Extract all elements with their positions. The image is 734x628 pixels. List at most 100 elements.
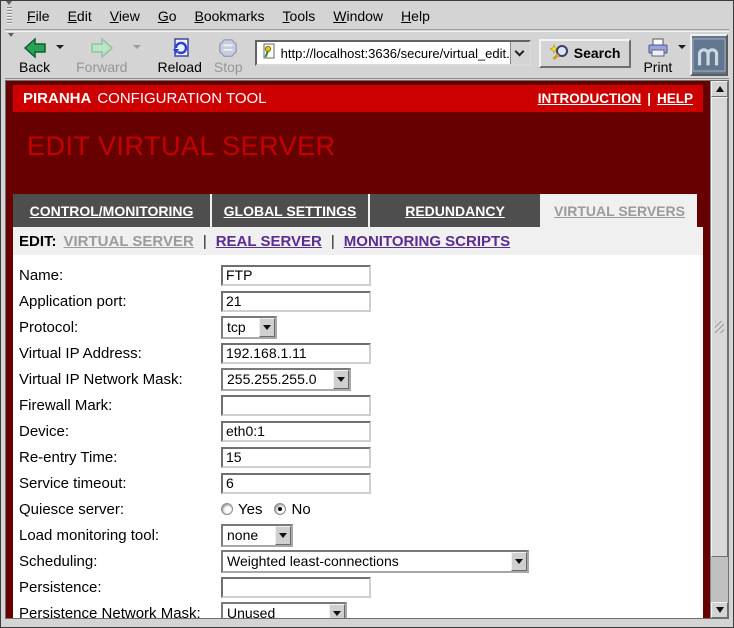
virtual-ip-network-mask-dropdown-button[interactable]	[333, 370, 349, 389]
load-monitoring-tool-selected-value: none	[223, 527, 275, 543]
virtual-ip-network-mask-select[interactable]: 255.255.255.0	[221, 368, 351, 391]
brand-subtitle: CONFIGURATION TOOL	[97, 90, 266, 107]
help-link[interactable]: HELP	[657, 91, 693, 106]
quiesce-server-yes-radio[interactable]	[221, 503, 233, 515]
scroll-up-button[interactable]	[711, 81, 728, 97]
forward-label: Forward	[76, 59, 127, 75]
menu-bar: FileEditViewGoBookmarksToolsWindowHelp	[5, 3, 729, 30]
firewall-mark-input[interactable]	[221, 395, 371, 416]
chevron-down-icon	[337, 377, 345, 382]
subnav-link-real-server[interactable]: REAL SERVER	[216, 233, 322, 250]
scrollbar-thumb[interactable]	[711, 97, 728, 557]
url-bar[interactable]: http://localhost:3636/secure/virtual_edi…	[255, 40, 531, 66]
virtual-ip-address-label: Virtual IP Address:	[19, 345, 221, 362]
persistence-label: Persistence:	[19, 579, 221, 596]
virtual-ip-network-mask-row: Virtual IP Network Mask:255.255.255.0	[19, 366, 703, 392]
url-dropdown-button[interactable]	[510, 42, 529, 64]
menu-view[interactable]: View	[101, 8, 149, 24]
triangle-up-icon	[716, 86, 724, 92]
tab-redundancy[interactable]: REDUNDANCY	[370, 194, 542, 227]
back-history-dropdown-icon[interactable]	[56, 45, 64, 49]
browser-window: FileEditViewGoBookmarksToolsWindowHelp B…	[0, 0, 734, 628]
scheduling-dropdown-button[interactable]	[511, 552, 527, 571]
tab-global-settings[interactable]: GLOBAL SETTINGS	[212, 194, 370, 227]
device-label: Device:	[19, 423, 221, 440]
menu-edit[interactable]: Edit	[59, 8, 101, 24]
forward-icon	[89, 37, 115, 59]
menu-go[interactable]: Go	[149, 8, 186, 24]
menu-help[interactable]: Help	[392, 8, 439, 24]
load-monitoring-tool-row: Load monitoring tool:none	[19, 522, 703, 548]
back-button[interactable]: Back	[15, 36, 54, 75]
re-entry-time-label: Re-entry Time:	[19, 449, 221, 466]
application-port-input[interactable]	[221, 291, 371, 312]
scheduling-select[interactable]: Weighted least-connections	[221, 550, 529, 573]
subnav-prefix: EDIT:	[19, 233, 57, 250]
forward-history-dropdown-icon[interactable]	[133, 45, 141, 49]
mozilla-logo[interactable]	[690, 34, 728, 76]
protocol-dropdown-button[interactable]	[259, 318, 275, 337]
stop-label: Stop	[214, 59, 243, 75]
menu-file[interactable]: File	[18, 8, 59, 24]
persistence-network-mask-label: Persistence Network Mask:	[19, 605, 221, 619]
virtual-ip-network-mask-selected-value: 255.255.255.0	[223, 371, 333, 387]
persistence-network-mask-select[interactable]: Unused	[221, 602, 347, 619]
app-header-bar: PIRANHA CONFIGURATION TOOL INTRODUCTION …	[13, 85, 703, 112]
scrollbar-grip-icon	[715, 321, 724, 333]
print-label: Print	[643, 59, 672, 75]
protocol-select[interactable]: tcp	[221, 316, 277, 339]
toolbar-grip-handle[interactable]	[7, 7, 12, 25]
protocol-selected-value: tcp	[223, 319, 259, 335]
chevron-down-icon	[263, 325, 271, 330]
subnav-link-monitoring-scripts[interactable]: MONITORING SCRIPTS	[344, 233, 510, 250]
protocol-label: Protocol:	[19, 319, 221, 336]
reload-button[interactable]: Reload	[153, 36, 205, 75]
reload-icon	[168, 37, 192, 59]
virtual-ip-address-input[interactable]	[221, 343, 371, 364]
persistence-input[interactable]	[221, 577, 371, 598]
persistence-network-mask-row: Persistence Network Mask:Unused	[19, 600, 703, 618]
menu-window[interactable]: Window	[324, 8, 392, 24]
introduction-link[interactable]: INTRODUCTION	[538, 91, 642, 106]
forward-button[interactable]: Forward	[72, 36, 131, 75]
tab-bar: CONTROL/MONITORINGGLOBAL SETTINGSREDUNDA…	[13, 194, 703, 227]
re-entry-time-row: Re-entry Time:	[19, 444, 703, 470]
device-input[interactable]	[221, 421, 371, 442]
menu-tools[interactable]: Tools	[274, 8, 325, 24]
quiesce-server-no-radio[interactable]	[274, 503, 286, 515]
print-dropdown-icon[interactable]	[678, 45, 686, 49]
menu-bookmarks[interactable]: Bookmarks	[186, 8, 274, 24]
load-monitoring-tool-label: Load monitoring tool:	[19, 527, 221, 544]
triangle-down-icon	[716, 607, 724, 613]
load-monitoring-tool-select[interactable]: none	[221, 524, 293, 547]
url-text[interactable]: http://localhost:3636/secure/virtual_edi…	[281, 46, 510, 61]
stop-button[interactable]: Stop	[210, 36, 247, 75]
chevron-down-icon	[279, 533, 287, 538]
re-entry-time-input[interactable]	[221, 447, 371, 468]
stop-icon	[217, 37, 239, 59]
chevron-down-icon	[515, 47, 525, 57]
print-group: Print	[639, 36, 690, 75]
quiesce-server-no-label: No	[291, 501, 310, 518]
print-button[interactable]: Print	[639, 36, 676, 75]
browser-viewport: PIRANHA CONFIGURATION TOOL INTRODUCTION …	[5, 80, 729, 619]
name-input[interactable]	[221, 265, 371, 286]
subnav-link-virtual-server: VIRTUAL SERVER	[64, 233, 194, 250]
service-timeout-input[interactable]	[221, 473, 371, 494]
piranha-page: PIRANHA CONFIGURATION TOOL INTRODUCTION …	[6, 81, 710, 618]
reload-label: Reload	[157, 59, 201, 75]
back-label: Back	[19, 59, 50, 75]
tab-virtual-servers[interactable]: VIRTUAL SERVERS	[542, 194, 697, 227]
subnav-links: VIRTUAL SERVER|REAL SERVER|MONITORING SC…	[64, 233, 511, 250]
vertical-scrollbar[interactable]	[710, 81, 728, 618]
firewall-mark-row: Firewall Mark:	[19, 392, 703, 418]
virtual-ip-network-mask-label: Virtual IP Network Mask:	[19, 371, 221, 388]
chevron-down-icon	[515, 559, 523, 564]
scroll-down-button[interactable]	[711, 602, 728, 618]
persistence-network-mask-dropdown-button[interactable]	[329, 604, 345, 619]
scheduling-row: Scheduling:Weighted least-connections	[19, 548, 703, 574]
firewall-mark-label: Firewall Mark:	[19, 397, 221, 414]
load-monitoring-tool-dropdown-button[interactable]	[275, 526, 291, 545]
search-button[interactable]: Search	[539, 39, 632, 68]
tab-control-monitoring[interactable]: CONTROL/MONITORING	[13, 194, 212, 227]
